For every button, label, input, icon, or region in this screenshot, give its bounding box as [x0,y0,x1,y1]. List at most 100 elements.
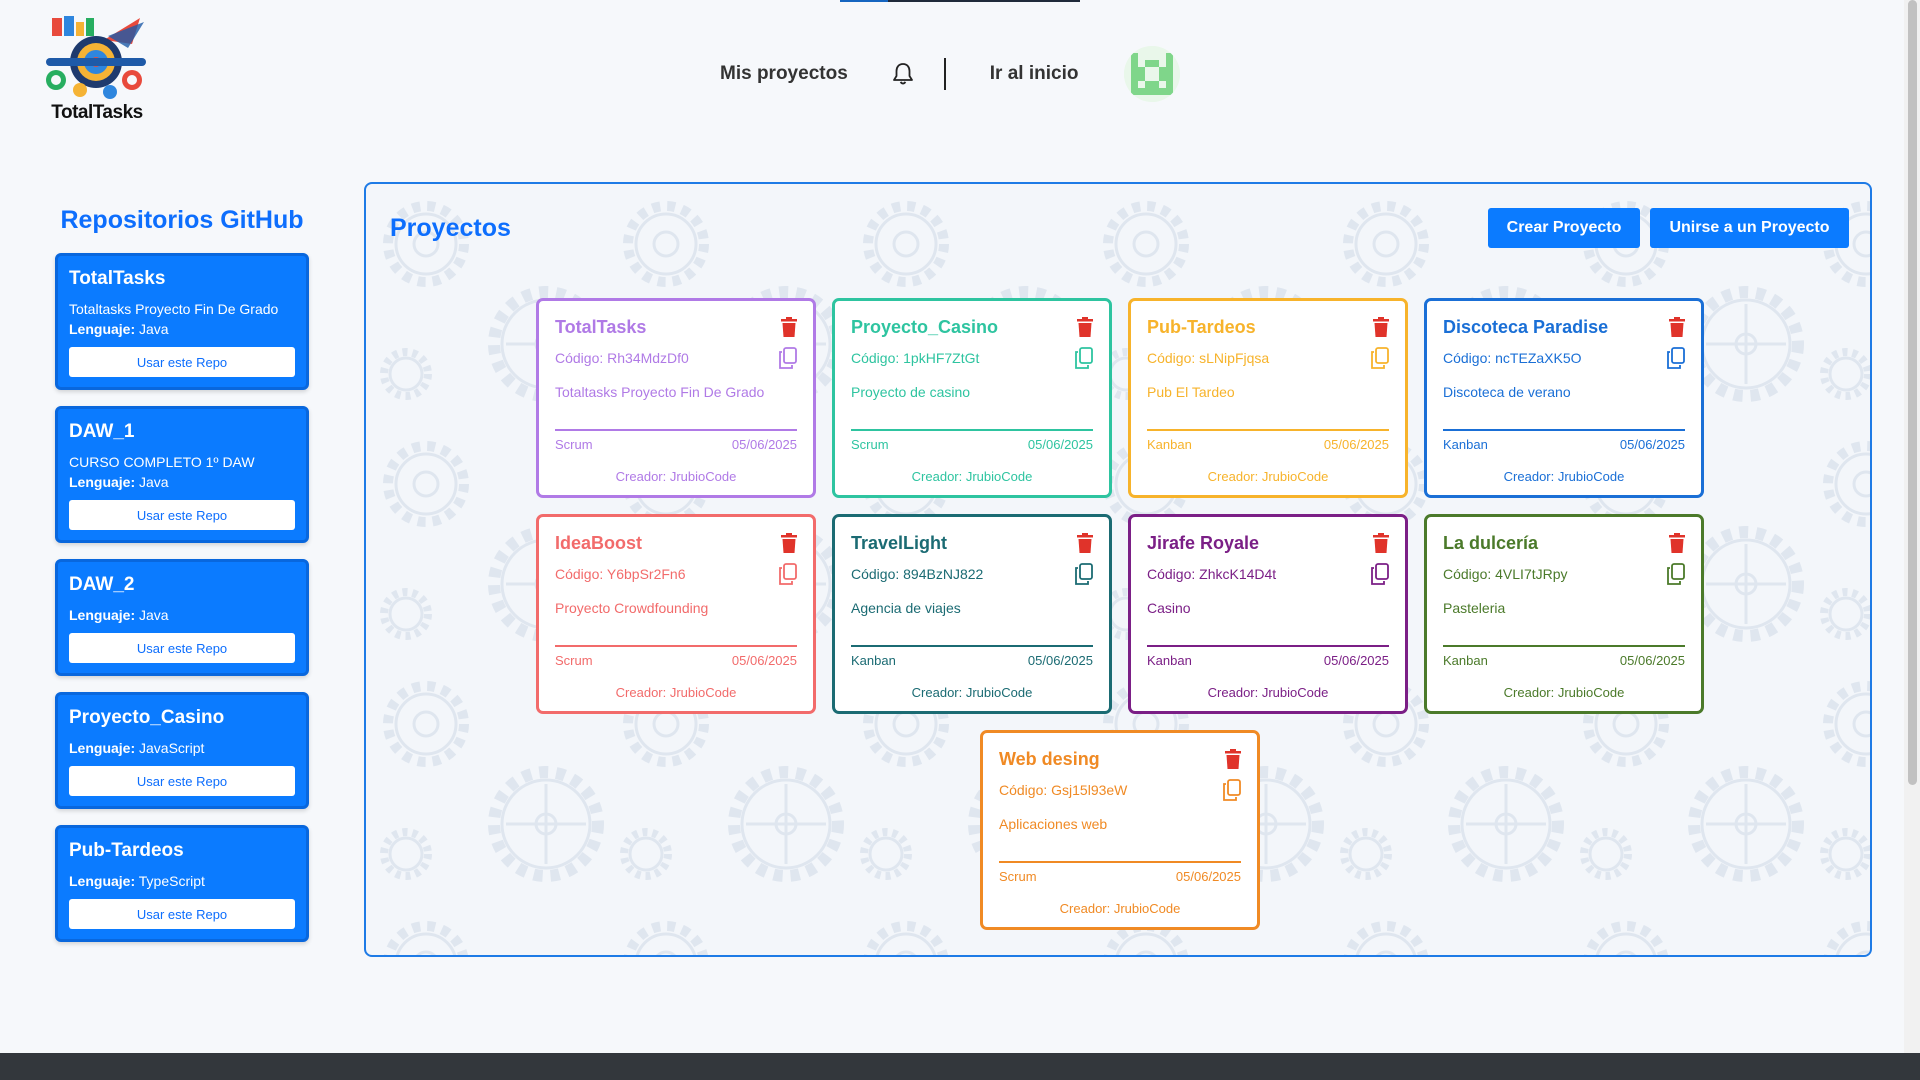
project-methodology: Scrum [555,653,593,668]
project-date: 05/06/2025 [731,653,797,668]
copy-icon[interactable] [779,347,797,369]
copy-icon[interactable] [779,563,797,585]
project-code: Código: Rh34MdzDf0 [555,350,689,366]
project-divider [1147,645,1389,647]
project-methodology: Scrum [555,437,593,452]
project-creator: Creador: JrubioCode [911,469,1033,484]
repo-language-value: TypeScript [138,873,205,889]
scrollbar-thumb[interactable] [1908,0,1917,785]
project-divider [999,861,1241,863]
trash-icon[interactable] [1373,317,1389,337]
use-repo-button[interactable]: Usar este Repo [69,766,295,796]
logo-art-icon [46,16,146,99]
project-divider [1443,645,1685,647]
project-creator: Creador: JrubioCode [1207,685,1329,700]
project-card[interactable]: La dulcería Código: 4VLI7tJRpy Pasteleria K… [1424,514,1704,714]
project-date: 05/06/2025 [1619,653,1685,668]
repo-card: Proyecto_Casino Lenguaje: JavaScript Usa… [55,692,309,809]
project-methodology: Kanban [1443,653,1488,668]
repo-language-value: Java [139,474,169,490]
app-logo[interactable]: TotalTasks [42,14,152,126]
project-description: Casino [1147,600,1191,616]
repo-language-label: Lenguaje: [69,607,136,623]
project-divider [555,429,797,431]
trash-icon[interactable] [1373,533,1389,553]
trash-icon[interactable] [1077,317,1093,337]
copy-icon[interactable] [1667,347,1685,369]
project-name: IdeaBoost [555,533,643,553]
trash-icon[interactable] [781,317,797,337]
projects-panel: Proyectos Crear Proyecto Unirse a un Pro… [364,182,1872,957]
project-date: 05/06/2025 [731,437,797,452]
project-card[interactable]: IdeaBoost Código: Y6bpSr2Fn6 Proyecto Crow… [536,514,816,714]
trash-icon[interactable] [1077,533,1093,553]
project-methodology: Kanban [1147,437,1192,452]
project-code: Código: 894BzNJ822 [851,566,984,582]
repo-language-value: Java [139,321,169,337]
project-card[interactable]: Discoteca Paradise Código: ncTEZaXK5O Disc… [1424,298,1704,498]
project-card[interactable]: Pub-Tardeos Código: sLNipFjqsa Pub El Tard… [1128,298,1408,498]
project-description: Totaltasks Proyecto Fin De Grado [555,384,765,400]
trash-icon[interactable] [1225,749,1241,769]
project-divider [1147,429,1389,431]
copy-icon[interactable] [1075,563,1093,585]
project-code: Código: sLNipFjqsa [1147,350,1270,366]
project-meta: Scrum 05/06/2025 [999,869,1241,884]
repo-language: Lenguaje: Java [69,319,295,339]
create-project-button[interactable]: Crear Proyecto [1488,208,1640,248]
trash-icon[interactable] [1669,317,1685,337]
join-project-button[interactable]: Unirse a un Proyecto [1650,208,1849,248]
user-avatar[interactable] [1124,46,1181,102]
repo-description: CURSO COMPLETO 1º DAW [69,454,255,470]
project-code: Código: Gsj15l93eW [999,782,1128,798]
use-repo-button[interactable]: Usar este Repo [69,347,295,377]
copy-icon[interactable] [1223,779,1241,801]
repo-name: DAW_1 [69,421,135,442]
use-repo-button[interactable]: Usar este Repo [69,500,295,530]
repo-language-label: Lenguaje: [69,873,136,889]
project-code: Código: 1pkHF7ZtGt [851,350,980,366]
project-card[interactable]: TotalTasks Código: Rh34MdzDf0 Totaltasks P… [536,298,816,498]
page-progress-line [840,0,1080,2]
project-card[interactable]: Jirafe Royale Código: ZhkcK14D4t Casino Kan… [1128,514,1408,714]
project-meta: Scrum 05/06/2025 [851,437,1093,452]
nav-divider [943,58,946,90]
project-date: 05/06/2025 [1619,437,1685,452]
project-code: Código: 4VLI7tJRpy [1443,566,1568,582]
project-methodology: Kanban [1443,437,1488,452]
project-description: Agencia de viajes [851,600,961,616]
project-divider [851,645,1093,647]
project-card[interactable]: Proyecto_Casino Código: 1pkHF7ZtGt Proyect… [832,298,1112,498]
project-date: 05/06/2025 [1323,653,1389,668]
project-creator: Creador: JrubioCode [1207,469,1329,484]
project-creator: Creador: JrubioCode [615,685,737,700]
project-name: Pub-Tardeos [1147,317,1256,337]
bell-icon[interactable] [892,62,914,86]
copy-icon[interactable] [1371,347,1389,369]
repo-language: Lenguaje: Java [69,605,295,625]
repo-description: Totaltasks Proyecto Fin De Grado [69,301,279,317]
copy-icon[interactable] [1667,563,1685,585]
page-scrollbar[interactable] [1904,0,1920,1053]
nav-my-projects[interactable]: Mis proyectos [720,63,848,85]
repo-language-label: Lenguaje: [69,321,136,337]
nav-home[interactable]: Ir al inicio [990,63,1079,85]
project-meta: Scrum 05/06/2025 [555,437,797,452]
use-repo-button[interactable]: Usar este Repo [69,633,295,663]
project-name: Proyecto_Casino [851,317,999,337]
copy-icon[interactable] [1371,563,1389,585]
project-meta: Kanban 05/06/2025 [1147,437,1389,452]
project-card[interactable]: TravelLight Código: 894BzNJ822 Agencia de … [832,514,1112,714]
project-card[interactable]: Web desing Código: Gsj15l93eW Aplicaciones… [980,730,1260,930]
project-divider [851,429,1093,431]
project-methodology: Scrum [999,869,1037,884]
project-methodology: Scrum [851,437,889,452]
project-date: 05/06/2025 [1027,653,1093,668]
repo-language: Lenguaje: Java [69,472,295,492]
copy-icon[interactable] [1075,347,1093,369]
trash-icon[interactable] [1669,533,1685,553]
project-date: 05/06/2025 [1175,869,1241,884]
project-description: Discoteca de verano [1443,384,1571,400]
use-repo-button[interactable]: Usar este Repo [69,899,295,929]
trash-icon[interactable] [781,533,797,553]
